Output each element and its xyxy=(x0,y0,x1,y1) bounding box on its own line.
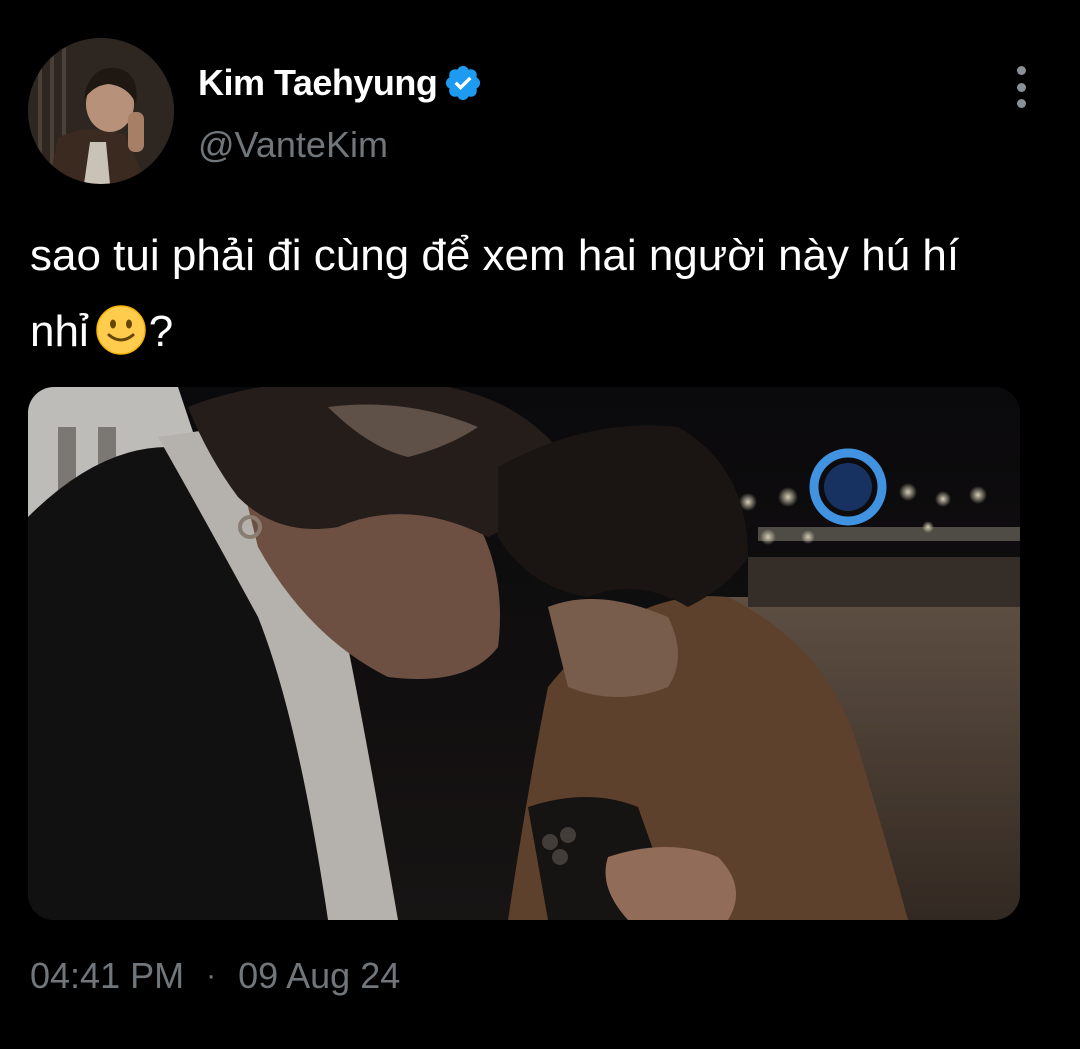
more-dot xyxy=(1016,66,1026,75)
more-options-icon[interactable] xyxy=(1005,66,1037,108)
author-handle[interactable]: @VanteKim xyxy=(198,124,388,166)
tweet-text: sao tui phải đi cùng để xem hai người nà… xyxy=(30,218,1060,370)
author-name-row[interactable]: Kim Taehyung xyxy=(198,58,483,108)
meta-separator: · xyxy=(206,959,217,992)
more-dot xyxy=(1016,82,1026,92)
profile-photo-icon xyxy=(28,38,174,184)
avatar[interactable] xyxy=(28,38,174,184)
slightly-smiling-face-icon xyxy=(95,304,147,356)
tweet-text-line-1: sao tui phải đi cùng để xem hai người nà… xyxy=(30,231,960,280)
tweet-photo[interactable] xyxy=(28,387,1020,920)
tweet-text-word: nhỉ xyxy=(30,307,89,356)
tweet-date: 09 Aug 24 xyxy=(238,955,401,996)
more-dot xyxy=(1016,99,1026,108)
display-name[interactable]: Kim Taehyung xyxy=(198,62,438,104)
photo-image xyxy=(28,387,1020,920)
tweet-timestamp[interactable]: 04:41 PM · 09 Aug 24 xyxy=(30,955,400,997)
tweet-text-line-2: nhỉ ? xyxy=(30,294,1060,370)
tweet-time: 04:41 PM xyxy=(30,955,185,996)
tweet-text-question-mark: ? xyxy=(148,307,174,356)
verified-badge-icon xyxy=(443,63,483,103)
